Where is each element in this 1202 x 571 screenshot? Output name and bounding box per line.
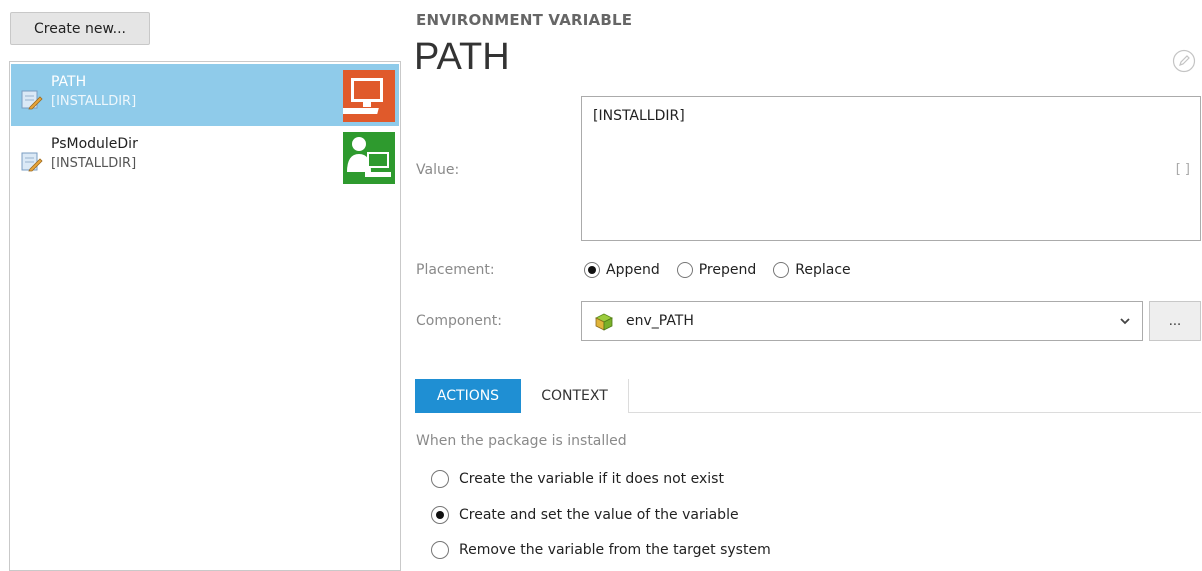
- placement-prepend-label: Prepend: [698, 262, 757, 278]
- variable-edit-icon: [21, 90, 43, 110]
- radio-unchecked-icon: [773, 262, 790, 278]
- placement-replace-label: Replace: [795, 262, 851, 278]
- component-value: env_PATH: [626, 313, 694, 329]
- radio-unchecked-icon: [676, 262, 693, 278]
- action-create-if-missing-radio[interactable]: Create the variable if it does not exist: [431, 470, 724, 488]
- browse-component-button[interactable]: ...: [1149, 301, 1201, 341]
- radio-unchecked-icon: [431, 470, 449, 488]
- radio-checked-icon: [584, 262, 600, 278]
- create-new-button[interactable]: Create new...: [10, 12, 150, 45]
- section-eyebrow: ENVIRONMENT VARIABLE: [416, 11, 633, 29]
- placement-label: Placement:: [416, 262, 495, 278]
- tab-actions[interactable]: ACTIONS: [415, 379, 521, 413]
- expand-value-button[interactable]: [ ]: [1176, 162, 1190, 177]
- list-item-path[interactable]: PATH [INSTALLDIR]: [11, 64, 399, 126]
- placement-prepend-radio[interactable]: Prepend: [676, 262, 757, 278]
- radio-unchecked-icon: [431, 541, 449, 559]
- radio-checked-icon: [431, 506, 449, 524]
- placement-append-radio[interactable]: Append: [584, 262, 660, 278]
- install-section-label: When the package is installed: [416, 433, 627, 449]
- list-item-name: PsModuleDir: [51, 136, 138, 152]
- tab-context[interactable]: CONTEXT: [521, 379, 629, 413]
- placement-replace-radio[interactable]: Replace: [773, 262, 851, 278]
- action-create-and-set-radio[interactable]: Create and set the value of the variable: [431, 506, 739, 524]
- action-create-and-set-label: Create and set the value of the variable: [459, 507, 739, 523]
- action-remove-radio[interactable]: Remove the variable from the target syst…: [431, 541, 771, 559]
- component-cube-icon: [595, 313, 613, 331]
- placement-append-label: Append: [606, 262, 660, 278]
- list-item-value: [INSTALLDIR]: [51, 156, 137, 171]
- list-item-psmoduledir[interactable]: PsModuleDir [INSTALLDIR]: [11, 126, 399, 188]
- placement-radio-group: Append Prepend Replace: [584, 262, 851, 278]
- user-computer-badge-icon: [343, 132, 395, 184]
- page-title: PATH: [414, 36, 510, 78]
- chevron-down-icon: [1120, 318, 1130, 325]
- list-item-name: PATH: [51, 74, 87, 90]
- value-field[interactable]: [INSTALLDIR] [ ]: [581, 96, 1201, 241]
- action-create-if-missing-label: Create the variable if it does not exist: [459, 471, 724, 487]
- value-label: Value:: [416, 162, 460, 178]
- list-item-value: [INSTALLDIR]: [51, 94, 137, 109]
- component-label: Component:: [416, 313, 502, 329]
- component-select[interactable]: env_PATH: [581, 301, 1143, 341]
- computer-badge-icon: [343, 70, 395, 122]
- variable-edit-icon: [21, 152, 43, 172]
- value-text: [INSTALLDIR]: [593, 108, 685, 124]
- variable-list: PATH [INSTALLDIR] PsModuleDir [INSTALLDI…: [9, 61, 401, 571]
- edit-icon[interactable]: [1172, 49, 1196, 73]
- action-remove-label: Remove the variable from the target syst…: [459, 542, 771, 558]
